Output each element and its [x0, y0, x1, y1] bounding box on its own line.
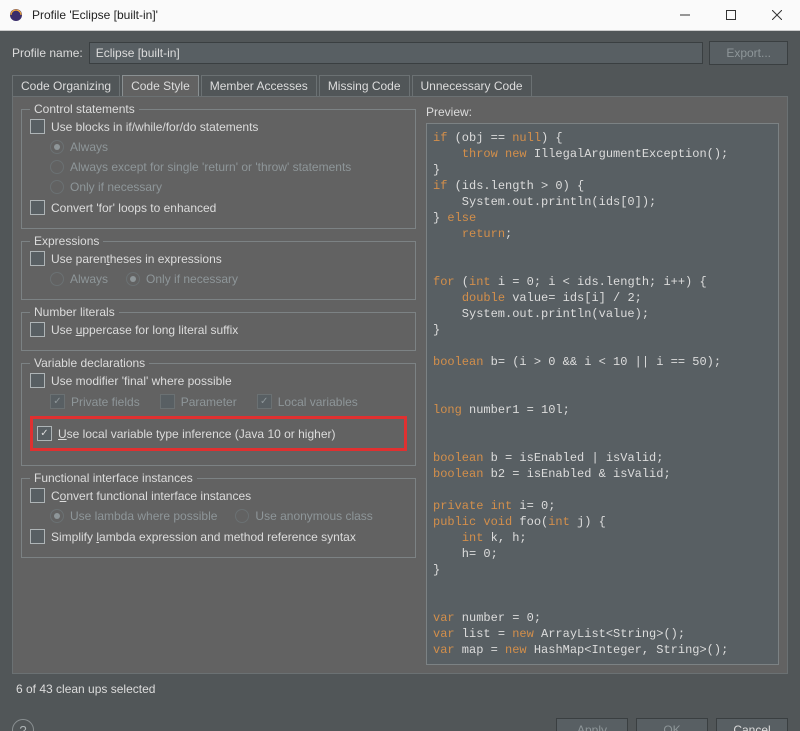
use-blocks-label: Use blocks in if/while/for/do statements [51, 120, 258, 134]
local-vars-label: Local variables [278, 395, 358, 409]
blocks-always-label: Always [70, 140, 108, 154]
simplify-lambda-checkbox[interactable] [30, 529, 45, 544]
footer: ? Apply OK Cancel [0, 714, 800, 731]
variable-declarations-group: Variable declarations Use modifier 'fina… [21, 363, 416, 466]
expressions-group: Expressions Use parentheses in expressio… [21, 241, 416, 300]
convert-for-checkbox[interactable] [30, 200, 45, 215]
blocks-except-radio[interactable] [50, 160, 64, 174]
preview-code: if (obj == null) { throw new IllegalArgu… [426, 123, 779, 665]
expressions-legend: Expressions [30, 234, 103, 248]
control-statements-group: Control statements Use blocks in if/whil… [21, 109, 416, 229]
use-paren-label: Use parentheses in expressions [51, 252, 222, 266]
highlighted-option: Use local variable type inference (Java … [30, 416, 407, 451]
paren-always-radio[interactable] [50, 272, 64, 286]
titlebar: Profile 'Eclipse [built-in]' [0, 0, 800, 31]
preview-column: Preview: if (obj == null) { throw new Il… [426, 105, 779, 665]
tab-code-organizing[interactable]: Code Organizing [12, 75, 120, 96]
tab-unnecessary-code[interactable]: Unnecessary Code [412, 75, 532, 96]
private-fields-checkbox [50, 394, 65, 409]
use-paren-checkbox[interactable] [30, 251, 45, 266]
convert-for-label: Convert 'for' loops to enhanced [51, 201, 216, 215]
parameter-label: Parameter [181, 395, 237, 409]
blocks-except-label: Always except for single 'return' or 'th… [70, 160, 351, 174]
use-final-label: Use modifier 'final' where possible [51, 374, 232, 388]
simplify-lambda-label: Simplify lambda expression and method re… [51, 530, 356, 544]
local-vars-checkbox [257, 394, 272, 409]
functional-interface-group: Functional interface instances Convert f… [21, 478, 416, 558]
tab-member-accesses[interactable]: Member Accesses [201, 75, 317, 96]
functional-legend: Functional interface instances [30, 471, 197, 485]
profile-name-label: Profile name: [12, 46, 83, 60]
use-blocks-checkbox[interactable] [30, 119, 45, 134]
blocks-always-radio[interactable] [50, 140, 64, 154]
private-fields-label: Private fields [71, 395, 140, 409]
options-column: Control statements Use blocks in if/whil… [21, 105, 416, 665]
use-var-inference-checkbox[interactable] [37, 426, 52, 441]
export-button[interactable]: Export... [709, 41, 788, 65]
help-icon[interactable]: ? [12, 719, 34, 731]
paren-only-label: Only if necessary [146, 272, 238, 286]
preview-label: Preview: [426, 105, 779, 119]
maximize-button[interactable] [708, 0, 754, 30]
use-var-inference-label: Use local variable type inference (Java … [58, 427, 335, 441]
apply-button[interactable]: Apply [556, 718, 628, 731]
convert-functional-checkbox[interactable] [30, 488, 45, 503]
variable-declarations-legend: Variable declarations [30, 356, 149, 370]
control-statements-legend: Control statements [30, 102, 139, 116]
cancel-button[interactable]: Cancel [716, 718, 788, 731]
close-button[interactable] [754, 0, 800, 30]
ok-button[interactable]: OK [636, 718, 708, 731]
window-title: Profile 'Eclipse [built-in]' [32, 8, 158, 22]
number-literals-legend: Number literals [30, 305, 119, 319]
use-lambda-label: Use lambda where possible [70, 509, 217, 523]
eclipse-icon [8, 7, 24, 23]
use-final-checkbox[interactable] [30, 373, 45, 388]
tabs: Code Organizing Code Style Member Access… [12, 75, 788, 96]
use-upper-label: Use uppercase for long literal suffix [51, 323, 238, 337]
minimize-button[interactable] [662, 0, 708, 30]
tab-code-style[interactable]: Code Style [122, 75, 199, 96]
profile-name-row: Profile name: Export... [12, 41, 788, 65]
profile-name-input[interactable] [89, 42, 704, 64]
blocks-only-radio[interactable] [50, 180, 64, 194]
main-panel: Control statements Use blocks in if/whil… [12, 96, 788, 674]
blocks-only-label: Only if necessary [70, 180, 162, 194]
use-lambda-radio[interactable] [50, 509, 64, 523]
tab-missing-code[interactable]: Missing Code [319, 75, 410, 96]
parameter-checkbox [160, 394, 175, 409]
number-literals-group: Number literals Use uppercase for long l… [21, 312, 416, 351]
paren-always-label: Always [70, 272, 108, 286]
use-anon-label: Use anonymous class [255, 509, 372, 523]
convert-functional-label: Convert functional interface instances [51, 489, 251, 503]
use-upper-checkbox[interactable] [30, 322, 45, 337]
paren-only-radio[interactable] [126, 272, 140, 286]
use-anon-radio[interactable] [235, 509, 249, 523]
status-text: 6 of 43 clean ups selected [12, 674, 788, 704]
